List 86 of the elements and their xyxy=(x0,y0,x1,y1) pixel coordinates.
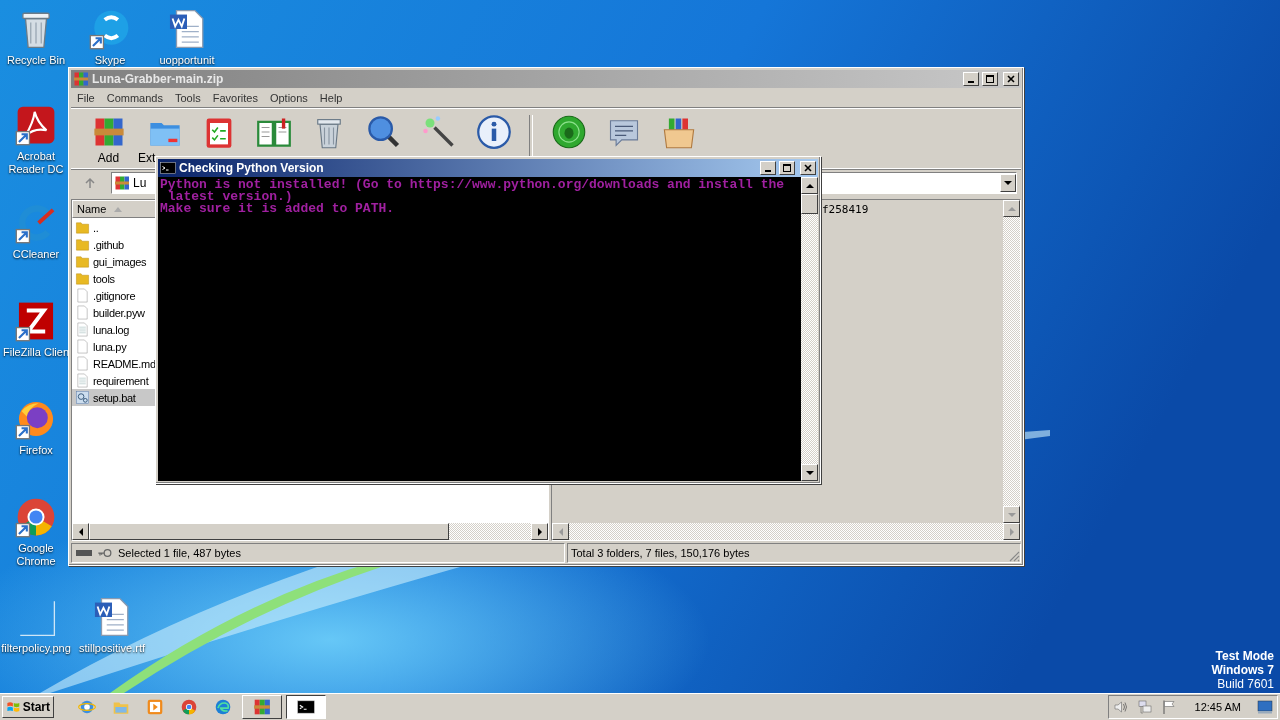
desktop-icon-label[interactable]: FileZilla Clien xyxy=(3,346,69,359)
window-title: Luna-Grabber-main.zip xyxy=(92,72,224,86)
file-icon xyxy=(75,305,90,320)
close-button[interactable] xyxy=(1003,72,1019,86)
menu-item[interactable]: Options xyxy=(263,91,314,104)
toolbar-button[interactable]: Add xyxy=(81,110,136,166)
minimize-button[interactable] xyxy=(963,72,979,86)
minimize-icon xyxy=(968,81,974,83)
file-row[interactable]: .github xyxy=(72,236,155,253)
file-row[interactable]: requirement xyxy=(72,372,155,389)
books-icon xyxy=(73,71,89,87)
up-arrow-icon xyxy=(84,177,96,189)
circle-logo-icon[interactable] xyxy=(15,496,57,538)
maximize-button[interactable] xyxy=(982,72,998,86)
monitor-icon[interactable] xyxy=(1257,699,1273,715)
folder-icon xyxy=(75,220,90,235)
file-icon xyxy=(75,339,90,354)
notice-text: Test Mode xyxy=(1215,649,1274,663)
scrollbar[interactable] xyxy=(72,523,548,540)
desktop-icon-label[interactable]: CCleaner xyxy=(12,248,60,261)
play-icon xyxy=(146,698,164,716)
desktop-icon-label[interactable]: Firefox xyxy=(19,444,53,457)
desktop-icon-label[interactable]: Google Chrome xyxy=(1,542,71,568)
scrollbar[interactable] xyxy=(552,523,1020,540)
file-row[interactable]: gui_images xyxy=(72,253,155,270)
file-row[interactable]: builder.pyw xyxy=(72,304,155,321)
circle-logo-icon xyxy=(180,698,198,716)
folder-icon xyxy=(75,271,90,286)
file-row[interactable]: tools xyxy=(72,270,155,287)
bug-icon xyxy=(550,114,587,150)
wave-circle-icon xyxy=(214,698,232,716)
gear-file-icon xyxy=(75,390,90,405)
minimize-button[interactable] xyxy=(760,161,776,175)
flag-icon[interactable] xyxy=(1160,699,1177,715)
folder-icon xyxy=(75,237,90,252)
folder-icon xyxy=(75,254,90,269)
file-row[interactable]: luna.py xyxy=(72,338,155,355)
close-icon xyxy=(803,163,813,173)
desktop-icon-label[interactable]: uopportunit xyxy=(159,54,215,67)
speaker-icon[interactable] xyxy=(1112,699,1129,715)
maximize-icon xyxy=(985,74,995,84)
status-text: Selected 1 file, 487 bytes xyxy=(118,547,242,559)
file-row[interactable]: README.md xyxy=(72,355,155,372)
text-file-icon xyxy=(75,373,90,388)
file-row[interactable]: setup.bat xyxy=(72,389,155,406)
scrollbar[interactable] xyxy=(801,177,818,481)
desktop-icon-label[interactable]: Acrobat Reader DC xyxy=(1,150,71,176)
file-icon xyxy=(75,288,90,303)
close-button[interactable] xyxy=(800,161,816,175)
taskbar-app-button[interactable] xyxy=(286,695,326,719)
scrollbar[interactable] xyxy=(1003,200,1020,523)
menu-item[interactable]: Favorites xyxy=(206,91,264,104)
books-icon xyxy=(253,698,271,716)
maximize-icon xyxy=(782,163,792,173)
status-text: Total 3 folders, 7 files, 150,176 bytes xyxy=(571,547,751,559)
menu-item[interactable]: File xyxy=(71,91,101,104)
start-button[interactable]: Start xyxy=(2,696,54,718)
file-row[interactable]: .gitignore xyxy=(72,287,155,304)
file-row[interactable]: .. xyxy=(72,219,155,236)
search-icon xyxy=(365,114,402,150)
text-file-icon xyxy=(75,322,90,337)
info-icon xyxy=(475,114,512,150)
window-title: Checking Python Version xyxy=(179,161,324,175)
globe-icon xyxy=(78,698,96,716)
drive-icon xyxy=(76,548,92,558)
notice-text: Build 7601 xyxy=(1217,677,1274,691)
file-icon xyxy=(75,356,90,371)
menu-item[interactable]: Tools xyxy=(169,91,207,104)
menu-item[interactable]: Help xyxy=(313,91,349,104)
terminal-icon xyxy=(160,160,176,176)
console-line: latest version.) xyxy=(167,191,293,203)
swirl-app-icon[interactable] xyxy=(15,104,57,146)
notice-text: Windows 7 xyxy=(1211,663,1274,677)
resize-grip[interactable] xyxy=(1008,550,1020,562)
file-row[interactable]: luna.log xyxy=(72,321,155,338)
console-line: Python is not installed! (Go to https://www.python.org/downloads and install the xyxy=(160,179,786,191)
key-icon xyxy=(97,548,113,558)
terminal-icon xyxy=(297,698,315,716)
books-icon xyxy=(114,175,130,191)
close-icon xyxy=(1006,74,1016,84)
menu-item[interactable]: Commands xyxy=(100,91,169,104)
desktop-icon-label[interactable]: Recycle Bin xyxy=(6,54,66,67)
maximize-button[interactable] xyxy=(779,161,795,175)
archive-comment: f258419 xyxy=(822,203,869,216)
desktop-icon-label[interactable]: Skype xyxy=(94,54,126,67)
clock[interactable]: 12:45 AM xyxy=(1184,701,1249,713)
